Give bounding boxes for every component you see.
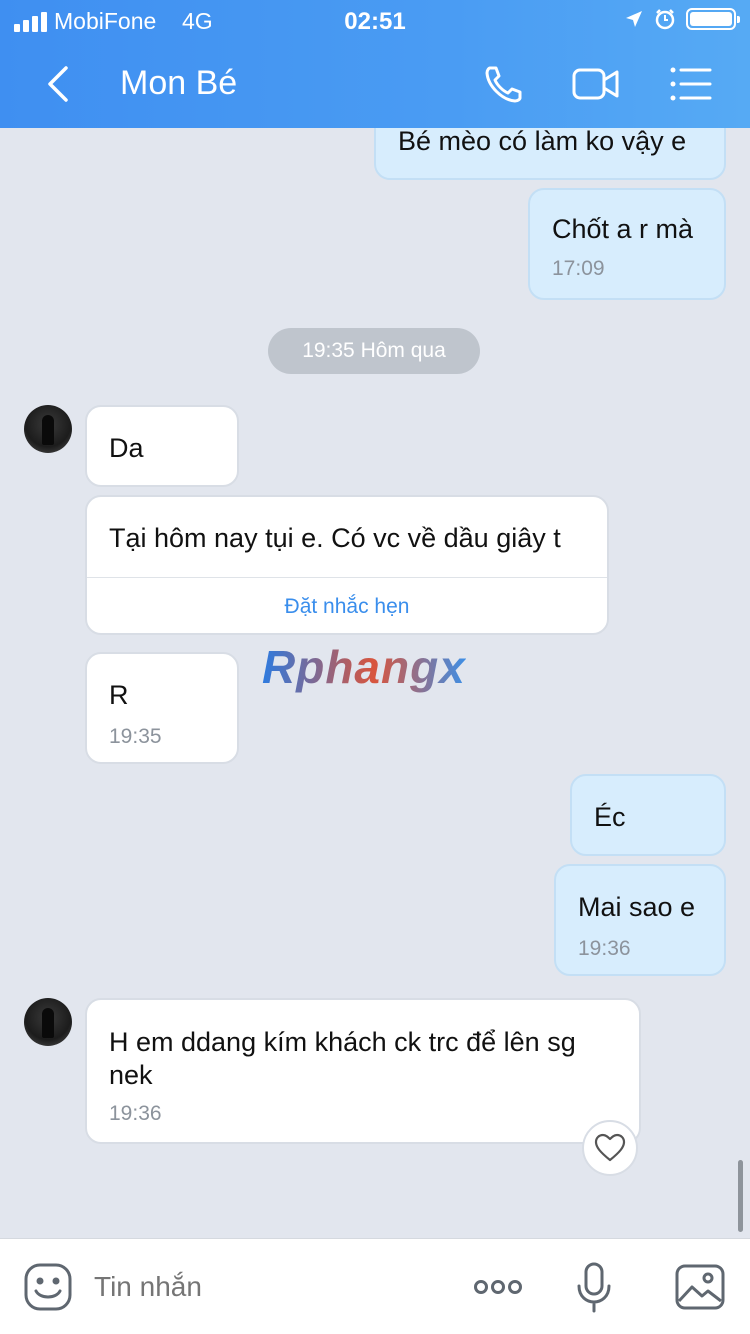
location-arrow-icon xyxy=(626,11,642,27)
message-outgoing[interactable]: Éc xyxy=(570,774,726,856)
chat-title[interactable]: Mon Bé xyxy=(120,64,237,103)
status-icons xyxy=(624,8,740,30)
message-outgoing[interactable]: Bé mèo có làm ko vậy e xyxy=(374,128,726,180)
message-text: Chốt a r mà xyxy=(552,214,694,244)
emoji-button[interactable] xyxy=(22,1261,74,1313)
message-outgoing[interactable]: Mai sao e 19:36 xyxy=(554,864,726,976)
battery-icon xyxy=(686,8,740,30)
message-time: 19:36 xyxy=(578,937,631,960)
reaction-button[interactable] xyxy=(582,1120,638,1176)
message-time: 19:35 xyxy=(109,725,162,748)
video-call-button[interactable] xyxy=(572,62,620,106)
more-options-button[interactable] xyxy=(472,1261,524,1313)
menu-button[interactable] xyxy=(666,62,714,106)
phone-call-button[interactable] xyxy=(482,62,530,106)
message-incoming[interactable]: Tại hôm nay tụi e. Có vc về dầu giây t Đ… xyxy=(85,495,609,635)
back-button[interactable] xyxy=(42,64,78,104)
message-time: 19:36 xyxy=(109,1102,162,1125)
avatar[interactable] xyxy=(24,405,72,453)
status-bar: MobiFone 4G 02:51 xyxy=(0,0,750,40)
watermark-logo: Rphangx xyxy=(262,641,466,693)
message-text: Éc xyxy=(594,802,626,832)
gallery-button[interactable] xyxy=(674,1261,726,1313)
message-text: Mai sao e xyxy=(578,892,696,922)
date-separator: 19:35 Hôm qua xyxy=(268,328,480,374)
message-text: Tại hôm nay tụi e. Có vc về dầu giây t xyxy=(109,523,561,553)
alarm-icon xyxy=(655,9,675,30)
message-text: R xyxy=(109,680,129,710)
message-outgoing[interactable]: Chốt a r mà 17:09 xyxy=(528,188,726,300)
message-incoming[interactable]: Da xyxy=(85,405,239,487)
voice-record-button[interactable] xyxy=(568,1261,620,1313)
message-time: 17:09 xyxy=(552,257,605,280)
message-text: Da xyxy=(109,433,144,463)
message-incoming[interactable]: R 19:35 xyxy=(85,652,239,764)
set-reminder-button[interactable]: Đặt nhắc hẹn xyxy=(87,577,607,635)
scrollbar[interactable] xyxy=(738,1160,743,1232)
message-text: H em ddang kím khách ck trc để lên sg ne… xyxy=(109,1027,576,1090)
message-composer xyxy=(0,1238,750,1334)
heart-icon xyxy=(594,1133,626,1162)
app-header: MobiFone 4G 02:51 Mon Bé xyxy=(0,0,750,128)
avatar[interactable] xyxy=(24,998,72,1046)
message-list[interactable]: Bé mèo có làm ko vậy e Chốt a r mà 17:09… xyxy=(0,128,750,1238)
message-incoming[interactable]: H em ddang kím khách ck trc để lên sg ne… xyxy=(85,998,641,1144)
message-input[interactable] xyxy=(94,1265,424,1309)
